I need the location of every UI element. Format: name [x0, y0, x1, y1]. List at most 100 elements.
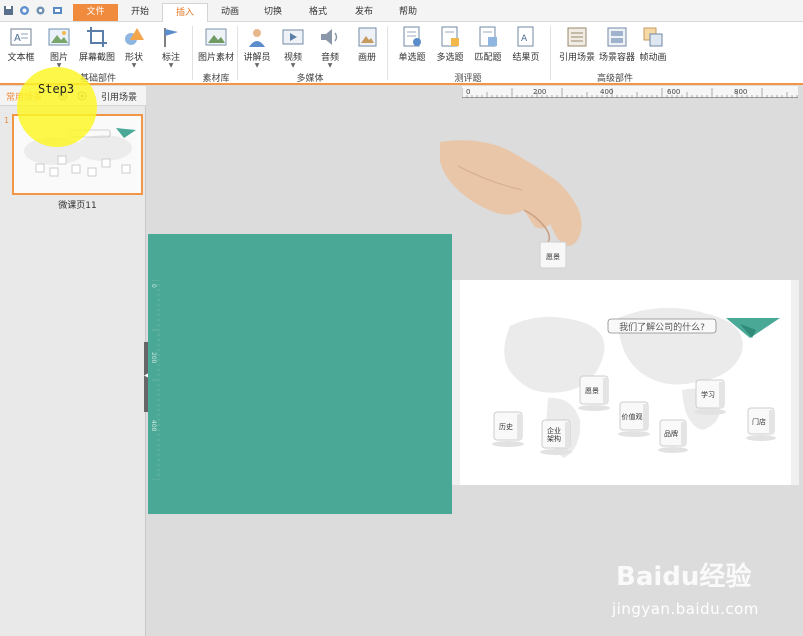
tab-animation[interactable]: 动画: [212, 3, 248, 22]
scene-background-rect[interactable]: [148, 234, 452, 514]
video-button[interactable]: 视频 ▼: [280, 26, 306, 69]
callout-button[interactable]: 标注 ▼: [157, 26, 185, 69]
topic-cube: 价值观: [618, 401, 650, 437]
result-page-icon: A: [517, 26, 534, 47]
chevron-down-icon: ▼: [327, 62, 333, 69]
group-multimedia: 多媒体: [296, 74, 324, 84]
shape-button[interactable]: 形状 ▼: [120, 26, 148, 69]
flag-icon: [164, 28, 178, 47]
single-choice-button[interactable]: 单选题: [396, 26, 428, 63]
topic-cube: 历史: [492, 411, 524, 447]
album-button[interactable]: 画册: [354, 26, 380, 63]
shapes-icon: [125, 28, 144, 45]
chevron-down-icon: ▼: [290, 62, 296, 69]
picture-button[interactable]: 图片 ▼: [44, 26, 74, 69]
step-label: Step3: [38, 82, 75, 96]
frame-animation-button[interactable]: 帧动画: [638, 26, 668, 63]
multi-choice-button[interactable]: 多选题: [434, 26, 466, 63]
tab-publish[interactable]: 发布: [346, 3, 382, 22]
slide-question: 我们了解公司的什么?: [619, 321, 705, 333]
topic-cube: 愿景: [578, 375, 610, 411]
tab-reference-scenes[interactable]: 引用场景: [101, 90, 137, 103]
album-icon: [358, 27, 377, 47]
chevron-down-icon: ▼: [131, 62, 137, 69]
textbox-button[interactable]: A 文本框: [6, 26, 36, 63]
reference-scene-icon: [567, 27, 587, 47]
slide-content: 我们了解公司的什么? 愿景历史 企业架构 价值观品牌 学习门店: [452, 280, 799, 485]
ribbon-divider: [387, 26, 388, 80]
cube-text: 架构: [547, 434, 561, 443]
slide-canvas[interactable]: 我们了解公司的什么? 愿景历史 企业 架构 价值观品牌 学习门店: [452, 280, 799, 485]
cube-text: 门店: [752, 417, 766, 426]
single-choice-icon: [403, 26, 421, 47]
picture-icon: [48, 28, 70, 46]
result-page-button[interactable]: A 结果页: [510, 26, 542, 63]
topic-cube: 品牌: [658, 419, 688, 453]
watermark-url: jingyan.baidu.com: [612, 600, 759, 618]
image-library-button[interactable]: 图片素材: [198, 26, 234, 63]
svg-text:A: A: [521, 34, 528, 44]
cube-text: 企业: [547, 426, 561, 435]
ruler-label: 0: [150, 284, 157, 288]
tab-transition[interactable]: 切换: [255, 3, 291, 22]
vertical-ruler: 0 200 400: [148, 279, 160, 481]
preview-icon[interactable]: [19, 5, 30, 16]
cube-text: 价值观: [622, 412, 643, 421]
slide-number: 1: [4, 116, 10, 125]
ruler-label: 600: [667, 88, 680, 96]
watermark-brand: Baidu经验: [616, 561, 751, 592]
ruler-label: 400: [600, 88, 613, 96]
screenshot-button[interactable]: 屏幕截图: [78, 26, 116, 63]
matching-button[interactable]: 匹配题: [472, 26, 504, 63]
cube-text: 愿景: [546, 253, 560, 261]
cube-text: 品牌: [664, 429, 678, 438]
group-asset-library: 素材库: [202, 74, 230, 84]
speaker-icon: [321, 29, 338, 45]
baidu-watermark: Baidu经验: [616, 561, 751, 592]
group-assessment: 测评题: [454, 74, 482, 84]
save-icon[interactable]: [3, 5, 14, 16]
tab-format[interactable]: 格式: [300, 3, 336, 22]
ribbon: A 文本框 图片 ▼ 屏幕截图 形状 ▼ 标注 ▼ 基础部件 图片素材 素材库 …: [0, 22, 803, 85]
publish-icon[interactable]: [52, 5, 63, 16]
hand-image[interactable]: 愿景: [438, 136, 588, 276]
ruler-ticks: 0 200 400 600 800: [461, 88, 798, 98]
video-icon: [282, 29, 304, 45]
reference-scene-button[interactable]: 引用场景: [558, 26, 596, 63]
ruler-label: 0: [466, 88, 470, 96]
tab-home[interactable]: 开始: [122, 3, 158, 22]
cube-text: 历史: [499, 422, 513, 431]
tab-insert[interactable]: 插入: [162, 3, 208, 23]
ruler-label: 200: [533, 88, 546, 96]
horizontal-ruler: 0 200 400 600 800: [461, 86, 798, 98]
scene-container-button[interactable]: 场景容器: [598, 26, 636, 63]
ruler-label: 800: [734, 88, 747, 96]
cube-text: 学习: [701, 390, 715, 399]
audio-button[interactable]: 音频 ▼: [317, 26, 343, 69]
chevron-down-icon: ▼: [168, 62, 174, 69]
matching-icon: [479, 26, 497, 47]
ribbon-divider: [550, 26, 551, 80]
ruler-ticks: 0 200 400: [150, 279, 160, 481]
step-highlight: [17, 67, 97, 147]
menu-tab-bar: 文件 开始 插入 动画 切换 格式 发布 帮助: [0, 0, 803, 23]
settings-icon[interactable]: [35, 5, 46, 16]
frame-animation-icon: [643, 27, 663, 47]
scene-container-icon: [607, 27, 627, 47]
multi-choice-icon: [441, 26, 459, 47]
slide-label: 微课页11: [58, 201, 97, 211]
chevron-down-icon: ▼: [254, 62, 260, 69]
group-advanced-widgets: 高级部件: [596, 74, 633, 84]
crop-icon: [87, 27, 107, 47]
ribbon-divider: [237, 26, 238, 80]
ruler-label: 200: [150, 352, 157, 364]
narrator-icon: [249, 29, 265, 47]
tab-help[interactable]: 帮助: [390, 3, 426, 22]
svg-text:A: A: [14, 33, 21, 44]
topic-cube: 门店: [746, 407, 776, 441]
tab-file[interactable]: 文件: [73, 4, 118, 21]
ruler-label: 400: [150, 420, 157, 432]
narrator-button[interactable]: 讲解员 ▼: [242, 26, 272, 69]
scene-panel: 常用场景 引用场景 1 微课页11: [0, 86, 146, 636]
image-library-icon: [205, 28, 227, 46]
